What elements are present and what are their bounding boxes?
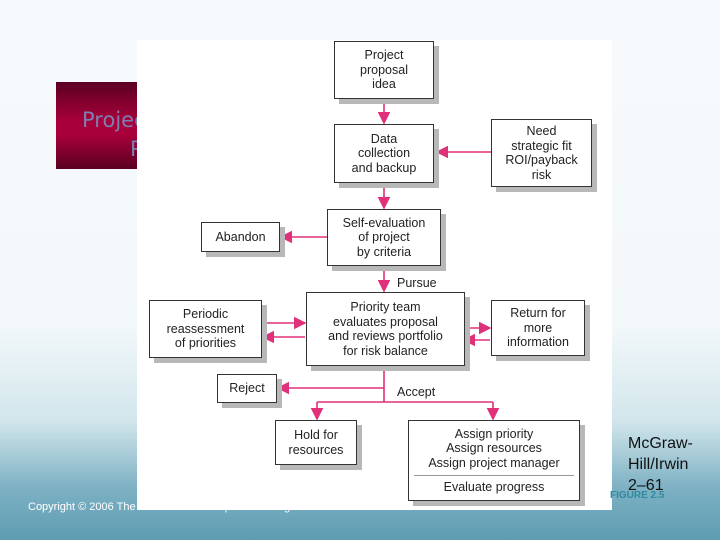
box-data-collection: Data collection and backup — [334, 124, 434, 183]
self-eval-line: Self-evaluation — [342, 215, 426, 230]
box-project-proposal: Project proposal idea — [334, 41, 434, 99]
self-eval-line: by criteria — [356, 244, 412, 259]
box-assign: Assign priority Assign resources Assign pr… — [408, 420, 580, 501]
copyright: Copyright © 2006 The McGraw-Hill Compani… — [28, 501, 354, 513]
return-line: more — [523, 320, 553, 335]
priority-line: evaluates proposal — [333, 314, 438, 329]
box-reject: Reject — [217, 374, 277, 403]
need-line: strategic fit — [511, 138, 572, 153]
hold-line: resources — [288, 442, 344, 457]
data-line: collection — [357, 146, 411, 161]
assign-line: Assign priority — [454, 426, 534, 441]
need-line: ROI/payback — [505, 153, 578, 167]
publisher-page: McGraw-Hill/Irwin 2–61 — [628, 435, 693, 494]
periodic-line: Periodic — [182, 307, 229, 322]
priority-line: and reviews portfolio — [328, 329, 443, 343]
abandon-label: Abandon — [215, 229, 266, 244]
hold-line: Hold for — [294, 428, 338, 442]
accept-label: Accept — [397, 385, 436, 399]
title-band: Projec P — [56, 82, 138, 169]
box-periodic-reassessment: Periodic reassessment of priorities — [149, 300, 262, 358]
pursue-label: Pursue — [397, 276, 437, 290]
box-return-info: Return for more information — [491, 300, 585, 356]
reject-label: Reject — [229, 381, 265, 396]
periodic-line: of priorities — [174, 336, 237, 351]
slide-title: Projec — [82, 108, 138, 132]
assign-line: Assign project manager — [428, 455, 560, 470]
box-self-evaluation: Self-evaluation of project by criteria — [327, 209, 441, 266]
self-eval-line: of project — [358, 230, 410, 245]
periodic-line: reassessment — [166, 321, 245, 336]
box-priority-team: Priority team evaluates proposal and revie… — [306, 292, 465, 366]
flowchart-figure: Project proposal idea Data collection and ba… — [137, 40, 612, 510]
return-line: information — [507, 335, 569, 350]
priority-line: Priority team — [350, 300, 421, 314]
evaluate-progress: Evaluate progress — [443, 480, 545, 494]
return-line: Return for — [510, 306, 566, 321]
box-abandon: Abandon — [201, 222, 280, 252]
proposal-line: proposal — [360, 62, 408, 77]
assign-line: Assign resources — [446, 441, 542, 455]
need-line: risk — [531, 167, 552, 182]
priority-line: for risk balance — [343, 343, 428, 358]
data-line: Data — [370, 131, 398, 146]
proposal-line: idea — [372, 77, 396, 92]
box-need: Need strategic fit ROI/payback risk — [491, 119, 592, 187]
proposal-line: Project — [364, 48, 404, 63]
figure-label: FIGURE 2.5 — [610, 490, 665, 501]
separator — [414, 475, 574, 476]
need-line: Need — [526, 124, 557, 138]
box-hold-resources: Hold for resources — [275, 420, 357, 465]
data-line: and backup — [351, 160, 417, 175]
